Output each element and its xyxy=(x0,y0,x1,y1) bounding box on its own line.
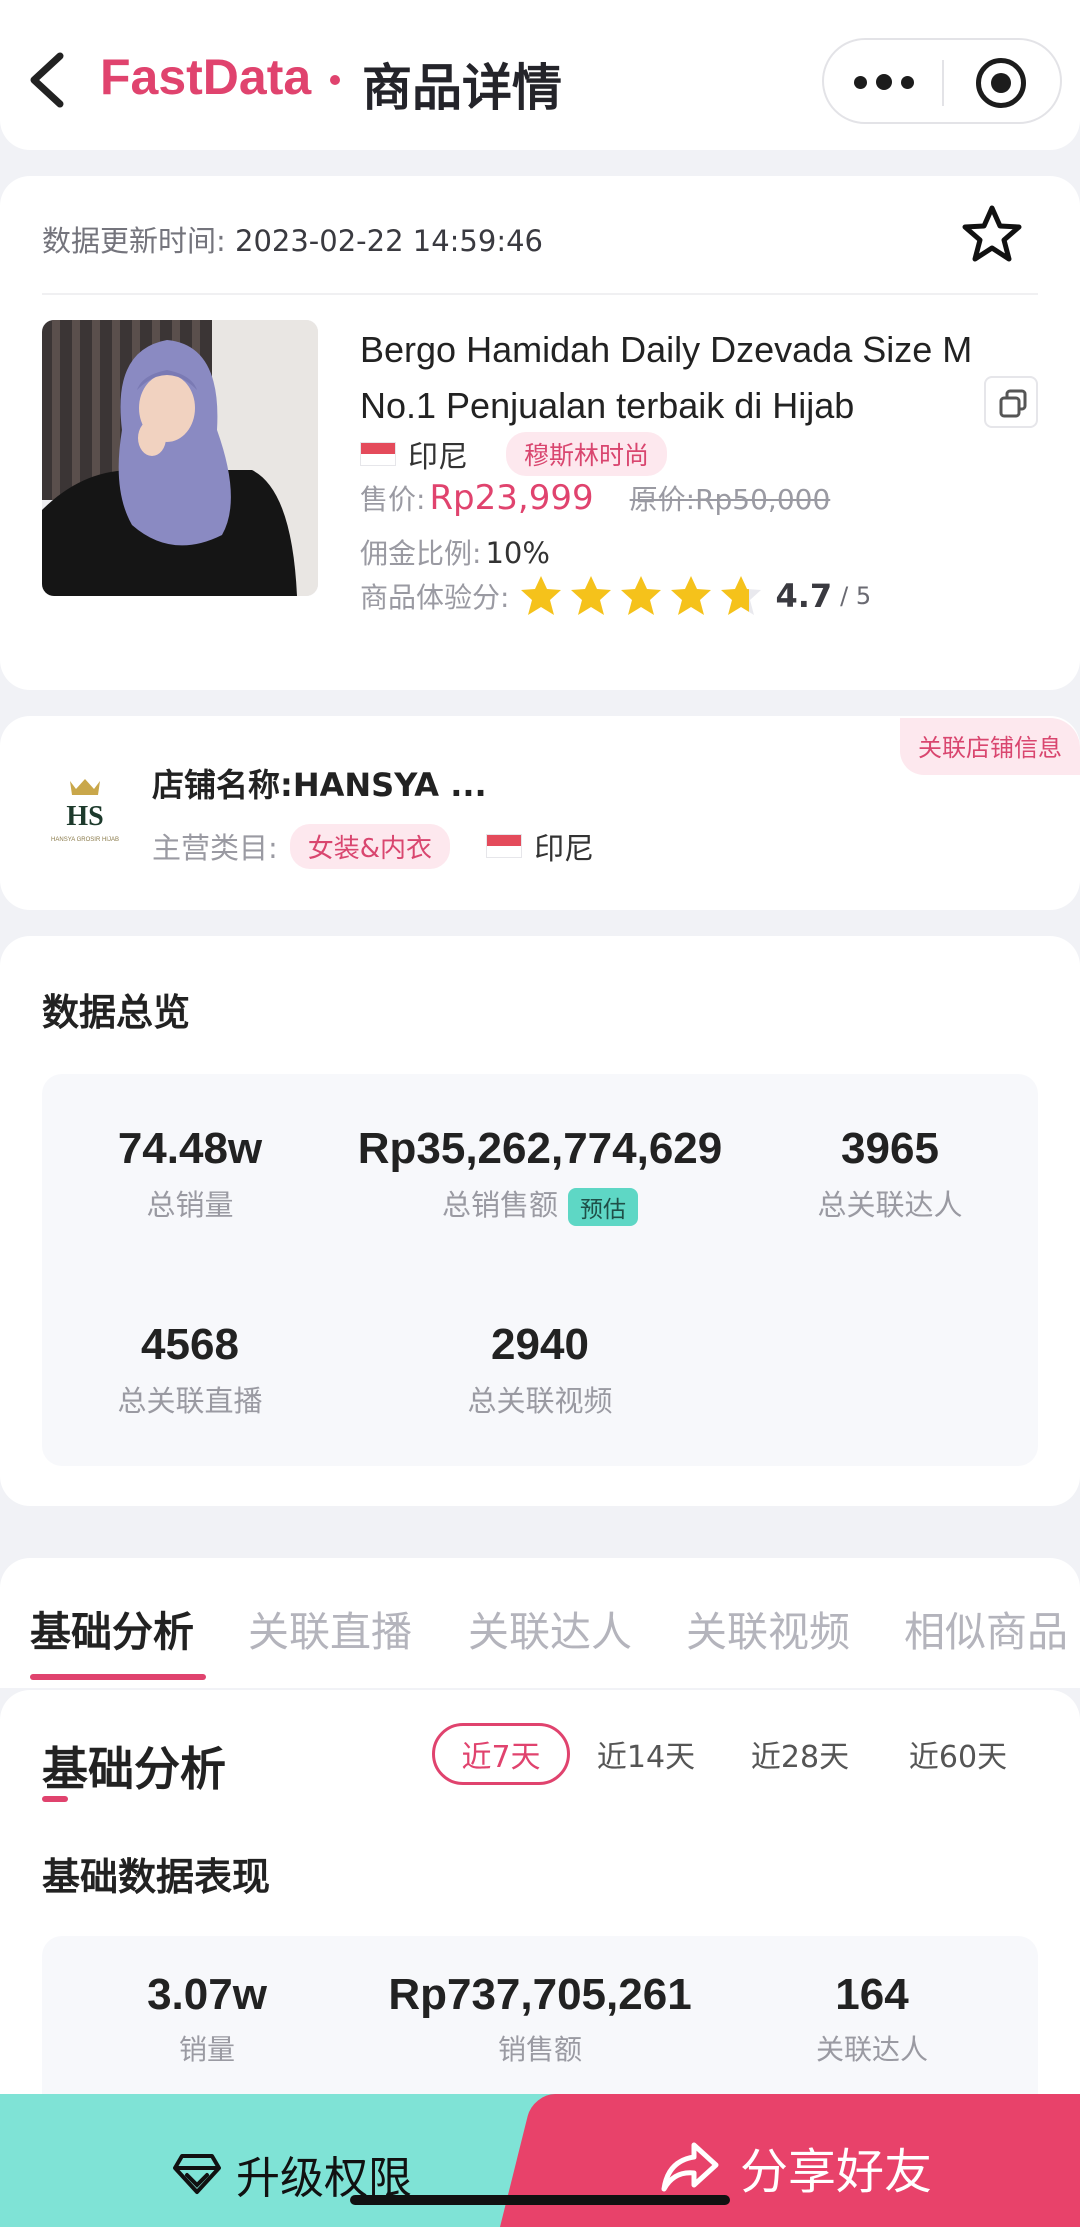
rating-value: 4.7 xyxy=(775,577,833,615)
shop-name-value: HANSYA ... xyxy=(292,766,487,804)
stat-value: Rp737,705,261 xyxy=(388,1970,692,2019)
share-label[interactable]: 分享好友 xyxy=(660,2132,932,2202)
related-shop-tag[interactable]: 关联店铺信息 xyxy=(900,718,1080,775)
shop-category-label: 主营类目: xyxy=(152,831,278,865)
star-icon xyxy=(621,576,662,615)
stat-value: 3.07w xyxy=(147,1970,267,2019)
capsule-divider xyxy=(942,60,944,106)
target-icon[interactable] xyxy=(976,58,1026,108)
rating-row: 商品体验分: 4.7 / 5 xyxy=(360,572,871,620)
nav-header: FastData 商品详情 xyxy=(0,0,1080,150)
shop-name-label: 店铺名称: xyxy=(152,766,293,804)
back-icon[interactable] xyxy=(22,50,74,110)
flag-icon xyxy=(360,442,396,466)
shop-logo-text: HS xyxy=(66,801,103,832)
star-icon xyxy=(671,576,712,615)
stat-label: 总关联视频 xyxy=(467,1384,613,1418)
stat-total-revenue: Rp35,262,774,629 总销售额 预估 xyxy=(320,1124,760,1226)
original-price: 原价:Rp50,000 xyxy=(630,478,831,518)
mini-program-capsule xyxy=(822,38,1062,124)
star-icon xyxy=(571,576,612,615)
product-image[interactable] xyxy=(42,320,318,596)
title-separator xyxy=(330,75,340,85)
tab-basic[interactable]: 基础分析 xyxy=(30,1598,194,1658)
stat-creators: 164 关联达人 xyxy=(772,1970,972,2068)
title-accent xyxy=(42,1796,68,1802)
stat-value: Rp35,262,774,629 xyxy=(357,1124,723,1173)
stat-total-lives: 4568 总关联直播 xyxy=(90,1320,290,1420)
stat-total-videos: 2940 总关联视频 xyxy=(440,1320,640,1420)
tab-indicator xyxy=(30,1674,206,1680)
share-icon xyxy=(661,2142,719,2192)
star-icon xyxy=(521,576,562,615)
shop-name: 店铺名称:HANSYA ... xyxy=(152,760,487,806)
stat-value: 74.48w xyxy=(117,1124,263,1173)
stat-label: 销售额 xyxy=(497,2033,582,2066)
category-tag[interactable]: 穆斯林时尚 xyxy=(506,432,668,476)
shop-category-row: 主营类目: 女装&内衣 印尼 xyxy=(152,822,594,870)
tab-creators[interactable]: 关联达人 xyxy=(468,1598,632,1658)
stat-value: 3965 xyxy=(841,1124,939,1173)
analysis-tabs: 基础分析 关联直播 关联达人 关联视频 相似商品 xyxy=(0,1558,1080,1688)
price-value: Rp23,999 xyxy=(429,478,594,518)
rating-max: / 5 xyxy=(840,582,872,610)
stat-label: 总销售额 xyxy=(441,1188,558,1222)
original-label: 原价: xyxy=(629,483,696,516)
product-name: Bergo Hamidah Daily Dzevada Size M No.1 … xyxy=(360,329,973,426)
stat-total-sales: 74.48w 总销量 xyxy=(90,1124,290,1224)
basic-subtitle: 基础数据表现 xyxy=(42,1855,271,1899)
commission-label: 佣金比例: xyxy=(360,537,482,570)
original-value: Rp50,000 xyxy=(695,483,831,516)
range-7d[interactable]: 近7天 xyxy=(432,1723,570,1785)
star-outline-icon[interactable] xyxy=(960,203,1024,267)
rating-stars xyxy=(519,574,769,618)
stat-label: 销量 xyxy=(178,2033,235,2066)
product-country: 印尼 xyxy=(408,440,468,475)
star-icon xyxy=(721,576,762,615)
copy-icon[interactable] xyxy=(984,376,1038,428)
home-indicator xyxy=(350,2195,730,2205)
stat-label: 关联达人 xyxy=(815,2033,928,2066)
stat-value: 164 xyxy=(835,1970,909,2019)
diamond-icon xyxy=(173,2154,221,2194)
shop-logo: HS HANSYA GROSIR HIJAB xyxy=(30,755,140,865)
basic-title: 基础分析 xyxy=(42,1742,226,1796)
range-14d[interactable]: 近14天 xyxy=(596,1723,696,1785)
commission-value: 10% xyxy=(485,536,550,570)
stat-sales: 3.07w 销量 xyxy=(107,1970,307,2068)
price-label: 售价: xyxy=(360,483,426,516)
price-row: 售价: Rp23,999 原价:Rp50,000 xyxy=(360,478,830,528)
commission-row: 佣金比例: 10% xyxy=(360,532,550,576)
update-label: 数据更新时间: xyxy=(42,224,226,258)
shop-category-tag: 女装&内衣 xyxy=(289,823,451,869)
tab-lives[interactable]: 关联直播 xyxy=(248,1598,412,1658)
bottom-action-bar: 升级权限 分享好友 xyxy=(0,2094,1080,2227)
stat-value: 4568 xyxy=(141,1320,239,1369)
divider xyxy=(42,293,1038,295)
stat-value: 2940 xyxy=(491,1320,589,1369)
stat-label: 总关联直播 xyxy=(117,1384,263,1418)
range-28d[interactable]: 近28天 xyxy=(748,1723,852,1785)
range-60d[interactable]: 近60天 xyxy=(906,1723,1010,1785)
tab-similar[interactable]: 相似商品 xyxy=(904,1598,1068,1658)
stat-total-creators: 3965 总关联达人 xyxy=(790,1124,990,1224)
update-value: 2023-02-22 14:59:46 xyxy=(235,224,543,258)
estimate-badge: 预估 xyxy=(568,1188,638,1226)
update-time: 数据更新时间: 2023-02-22 14:59:46 xyxy=(42,218,543,260)
share-text: 分享好友 xyxy=(740,2144,933,2200)
stat-label: 总销量 xyxy=(146,1188,234,1222)
stat-revenue: Rp737,705,261 销售额 xyxy=(340,1970,740,2068)
product-country-row: 印尼 穆斯林时尚 xyxy=(360,432,668,476)
page-title: 商品详情 xyxy=(362,59,562,117)
rating-label: 商品体验分: xyxy=(360,581,510,614)
stat-label: 总关联达人 xyxy=(817,1188,963,1222)
tab-videos[interactable]: 关联视频 xyxy=(686,1598,850,1658)
more-icon[interactable] xyxy=(854,62,914,102)
shop-logo-subtext: HANSYA GROSIR HIJAB xyxy=(51,837,119,843)
overview-title: 数据总览 xyxy=(42,991,190,1034)
app-name: FastData xyxy=(100,49,312,105)
shop-country: 印尼 xyxy=(534,832,595,867)
flag-icon xyxy=(486,834,523,858)
